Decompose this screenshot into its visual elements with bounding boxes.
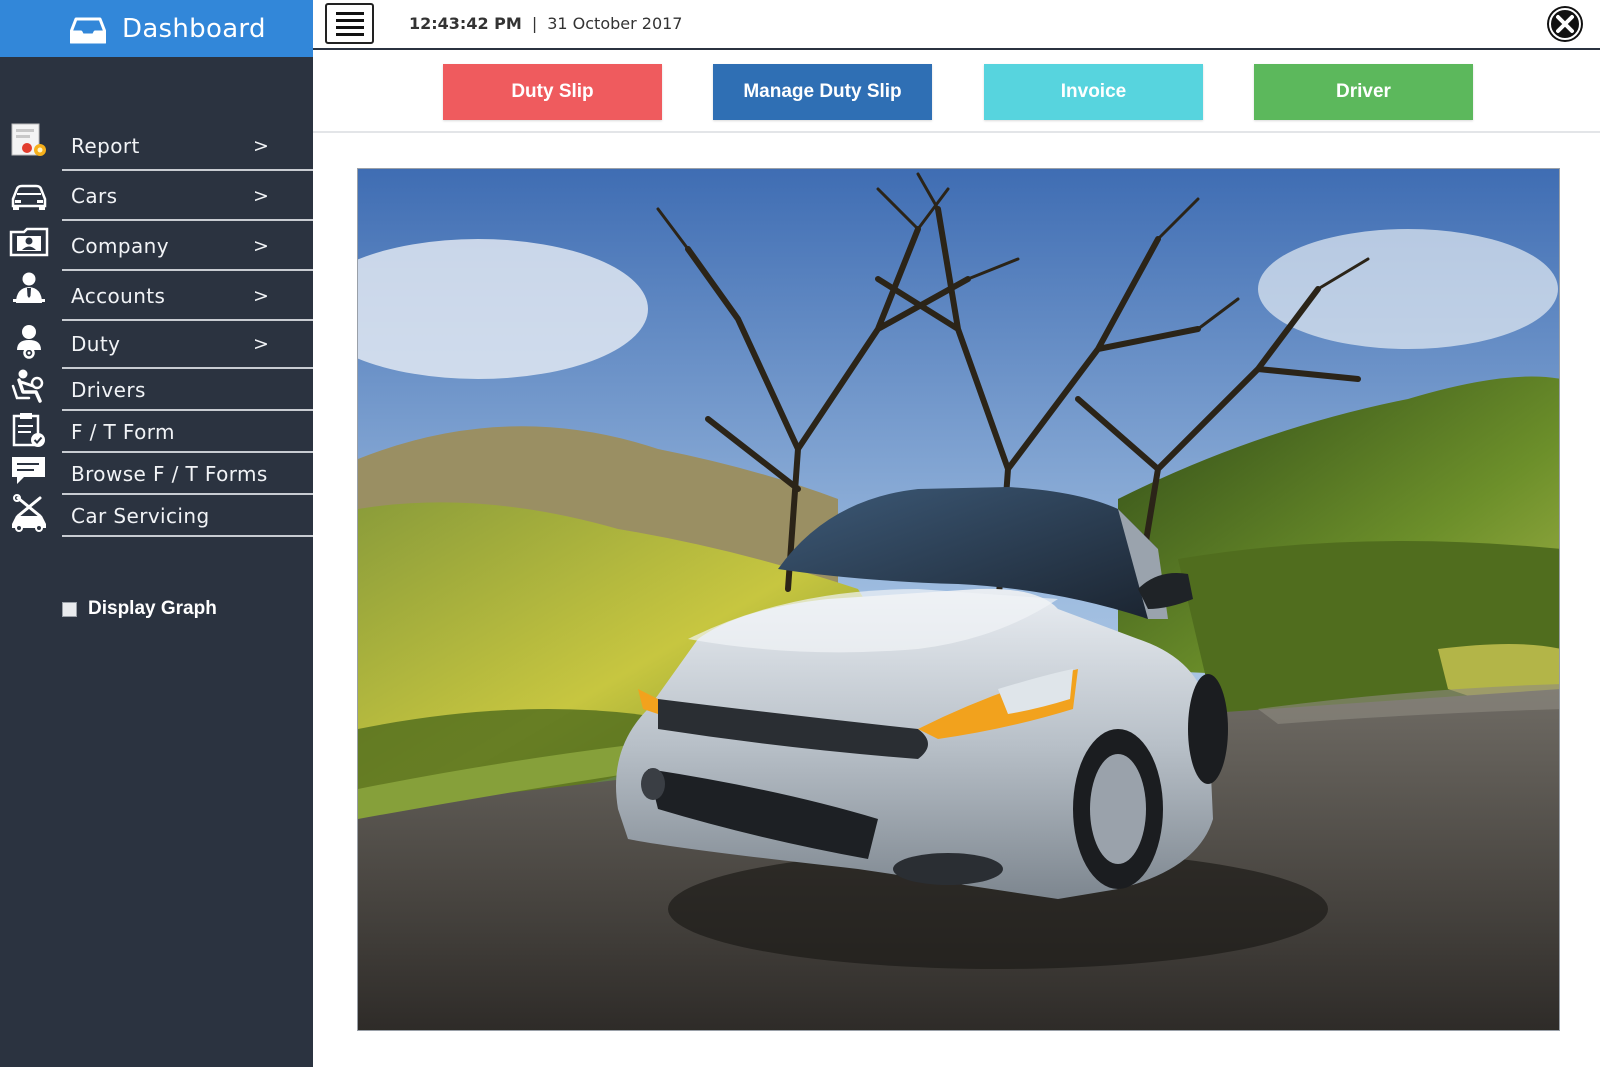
sidebar-item-label: Accounts [71,284,166,308]
user-group-icon [17,325,41,359]
sidebar-item-browse-ft-forms[interactable]: Browse F / T Forms [0,453,313,495]
sidebar-item-label: F / T Form [71,420,175,444]
close-circle-icon[interactable] [1543,4,1587,44]
sidebar-item-label: Drivers [71,378,146,402]
sidebar-item-car-servicing[interactable]: Car Servicing [0,494,313,537]
chevron-right-icon: > [253,235,269,257]
id-card-folder-icon [9,227,49,257]
hero-car-image [357,168,1560,1031]
clipboard-check-icon [12,413,45,447]
inbox-tray-icon [70,17,106,44]
dashboard-title: Dashboard [122,14,266,44]
current-time: 12:43:42 PM [409,14,522,33]
action-button-bar: Duty Slip Manage Duty Slip Invoice Drive… [313,50,1600,133]
manage-duty-slip-button[interactable]: Manage Duty Slip [713,64,932,120]
chevron-right-icon: > [253,135,269,157]
sidebar-item-label: Company [71,234,169,258]
display-graph-checkbox[interactable]: Display Graph [62,598,217,620]
top-bar: 12:43:42 PM | 31 October 2017 [313,0,1600,50]
hamburger-menu-button[interactable] [325,3,374,44]
sidebar-item-label: Duty [71,332,121,356]
dashboard-brand[interactable]: Dashboard [0,0,313,57]
invoice-button[interactable]: Invoice [984,64,1203,120]
datetime-separator: | [531,14,538,33]
sidebar-item-report[interactable]: Report > [0,121,313,171]
hamburger-menu-icon [336,12,364,15]
checkbox-box[interactable] [62,601,77,617]
sidebar-item-label: Car Servicing [71,504,210,528]
car-tools-icon [12,494,46,532]
sidebar-item-cars[interactable]: Cars > [0,171,313,221]
sidebar-item-duty[interactable]: Duty > [0,321,313,369]
driver-button[interactable]: Driver [1254,64,1473,120]
datetime-display: 12:43:42 PM | 31 October 2017 [409,14,682,33]
current-date: 31 October 2017 [547,14,683,33]
chevron-right-icon: > [253,285,269,307]
chevron-right-icon: > [253,333,269,355]
menu-divider [62,535,313,537]
seated-driver-icon [11,369,44,403]
report-document-icon [11,123,46,156]
display-graph-label: Display Graph [88,598,217,619]
car-icon [11,184,47,210]
sidebar-item-label: Report [71,134,140,158]
business-person-icon [13,272,45,303]
sidebar-item-accounts[interactable]: Accounts > [0,271,313,321]
chevron-right-icon: > [253,185,269,207]
car-on-road-picture [358,169,1559,1030]
sidebar-item-company[interactable]: Company > [0,221,313,271]
sidebar: Dashboard Report > Cars > Company > Acco… [0,0,313,1067]
sidebar-item-drivers[interactable]: Drivers [0,369,313,411]
sidebar-item-label: Browse F / T Forms [71,462,268,486]
duty-slip-button[interactable]: Duty Slip [443,64,662,120]
sidebar-item-label: Cars [71,184,118,208]
sidebar-item-ft-form[interactable]: F / T Form [0,411,313,453]
chat-bubble-icon [12,457,45,484]
